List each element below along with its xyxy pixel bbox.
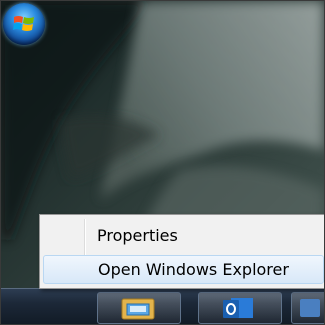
taskbar-button-windows-explorer[interactable] — [97, 292, 181, 324]
menu-item-properties[interactable]: Properties — [43, 221, 324, 250]
start-button[interactable] — [3, 3, 45, 45]
windows-explorer-icon — [121, 298, 155, 320]
outlook-icon — [223, 298, 253, 318]
taskbar — [1, 288, 324, 324]
menu-item-open-windows-explorer[interactable]: Open Windows Explorer — [43, 255, 324, 284]
screen: Properties Open Windows Explorer — [0, 0, 325, 325]
app-icon — [300, 299, 320, 317]
context-menu: Properties Open Windows Explorer — [39, 214, 324, 289]
menu-item-label: Properties — [97, 226, 178, 245]
menu-item-label: Open Windows Explorer — [98, 260, 289, 279]
windows-logo-icon — [13, 16, 34, 31]
taskbar-button-outlook[interactable] — [198, 292, 282, 324]
taskbar-button-app[interactable] — [291, 292, 324, 324]
